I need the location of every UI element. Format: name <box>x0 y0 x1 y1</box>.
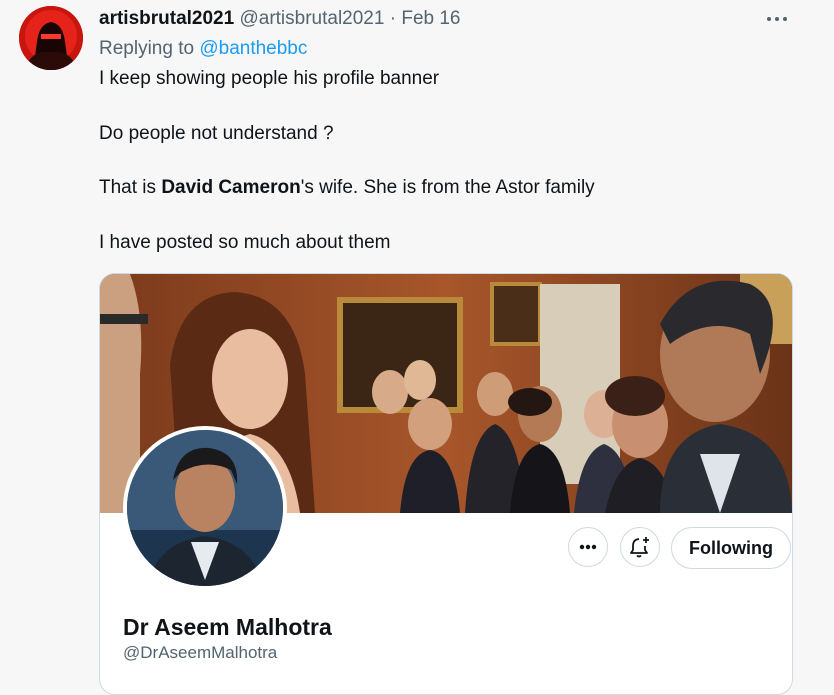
replying-to-link[interactable]: @banthebbc <box>199 38 307 59</box>
author-avatar[interactable] <box>19 6 83 70</box>
replying-to-prefix: Replying to <box>99 38 200 59</box>
tweet-text-line-2: Do people not understand ? <box>99 123 334 144</box>
profile-avatar[interactable] <box>123 426 287 590</box>
tweet-text-line-3: That is David Cameron's wife. She is fro… <box>99 175 595 201</box>
tweet-text-line-3-start: That is <box>99 177 162 198</box>
notifications-button[interactable] <box>620 527 660 567</box>
profile-card[interactable]: Following Dr Aseem Malhotra @DrAseemMalh… <box>99 273 793 695</box>
profile-avatar-image <box>127 430 283 586</box>
replying-to-line: Replying to @banthebbc <box>99 36 307 62</box>
author-handle[interactable]: @artisbrutal2021 <box>239 8 384 29</box>
author-avatar-image <box>19 6 83 70</box>
tweet-text-line-4: I have posted so much about them <box>99 232 391 253</box>
following-button[interactable]: Following <box>671 527 791 569</box>
more-horizontal-icon <box>767 17 771 21</box>
tweet-text-bold-name: David Cameron <box>161 177 301 198</box>
more-actions-button[interactable] <box>568 527 608 567</box>
tweet-header: artisbrutal2021 @artisbrutal2021 · Feb 1… <box>99 6 461 32</box>
header-separator: · <box>389 8 397 29</box>
tweet-text-line-1: I keep showing people his profile banner <box>99 68 440 89</box>
more-options-button[interactable] <box>760 6 794 32</box>
profile-handle[interactable]: @DrAseemMalhotra <box>123 642 277 664</box>
notification-bell-plus-icon <box>630 537 649 558</box>
tweet-text-line-3-end: 's wife. She is from the Astor family <box>300 177 595 198</box>
author-display-name[interactable]: artisbrutal2021 <box>99 8 234 29</box>
tweet-date[interactable]: Feb 16 <box>401 8 460 29</box>
more-icon <box>579 544 597 550</box>
profile-name[interactable]: Dr Aseem Malhotra <box>123 612 332 642</box>
